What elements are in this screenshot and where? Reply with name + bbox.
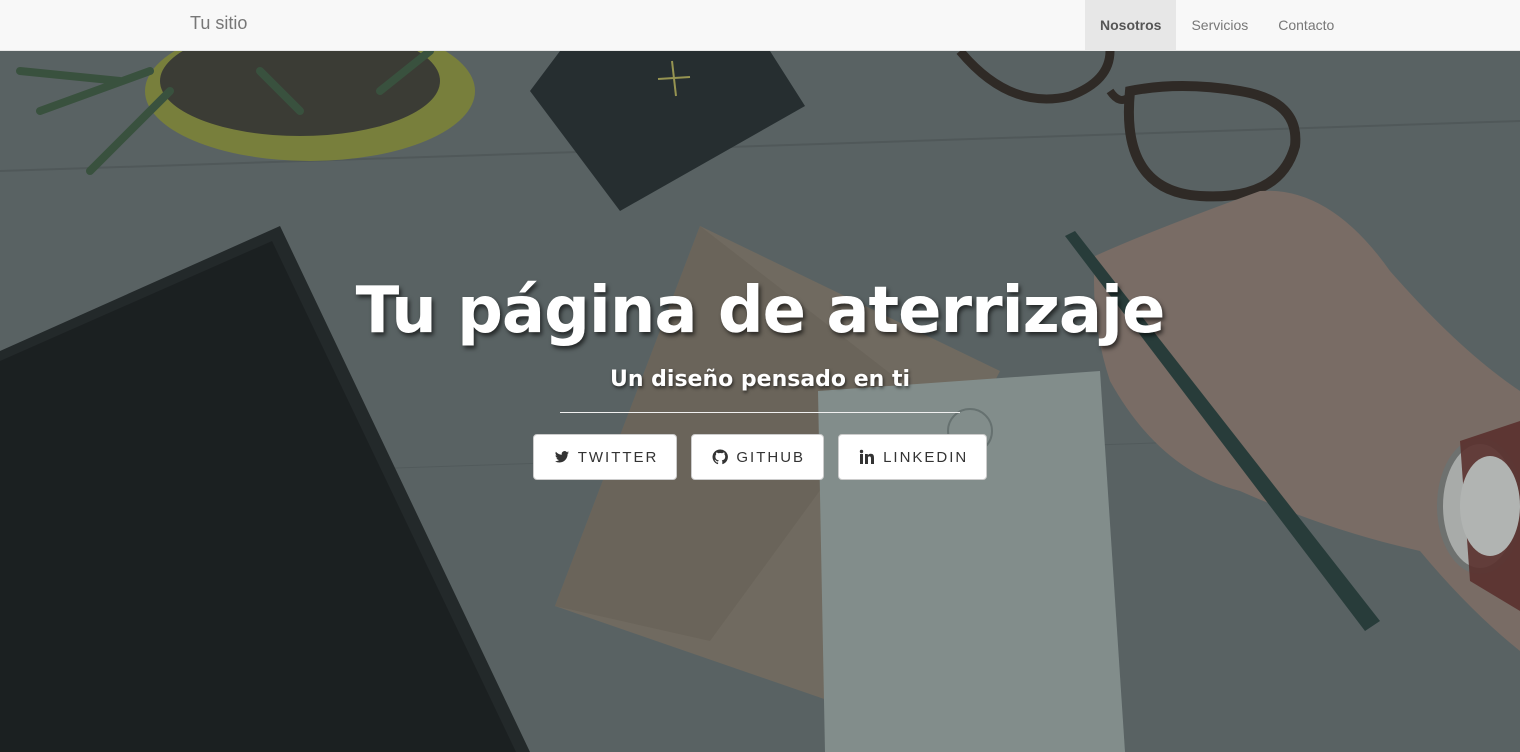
brand-link[interactable]: Tu sitio	[190, 13, 247, 34]
social-buttons: TWITTER GITHUB LINKEDIN	[0, 434, 1520, 480]
hero-section: Tu página de aterrizaje Un diseño pensad…	[0, 51, 1520, 752]
github-icon	[712, 449, 729, 465]
nav-item-contacto[interactable]: Contacto	[1263, 0, 1349, 50]
nav-item-nosotros[interactable]: Nosotros	[1085, 0, 1177, 50]
linkedin-label: LINKEDIN	[883, 448, 969, 466]
linkedin-icon	[859, 449, 875, 465]
twitter-icon	[554, 449, 570, 465]
github-label: GITHUB	[736, 448, 806, 466]
hero-title: Tu página de aterrizaje	[355, 274, 1166, 348]
nav-item-servicios[interactable]: Servicios	[1176, 0, 1263, 50]
twitter-button[interactable]: TWITTER	[532, 434, 678, 480]
github-button[interactable]: GITHUB	[691, 434, 825, 480]
hero-subtitle: Un diseño pensado en ti	[609, 367, 911, 392]
twitter-label: TWITTER	[577, 448, 659, 466]
linkedin-button[interactable]: LINKEDIN	[838, 434, 988, 480]
hero-content: Tu página de aterrizaje Un diseño pensad…	[0, 271, 1520, 480]
hero-divider	[560, 412, 960, 413]
nav-menu: Nosotros Servicios Contacto	[1085, 0, 1349, 50]
top-navbar: Tu sitio Nosotros Servicios Contacto	[0, 0, 1520, 51]
